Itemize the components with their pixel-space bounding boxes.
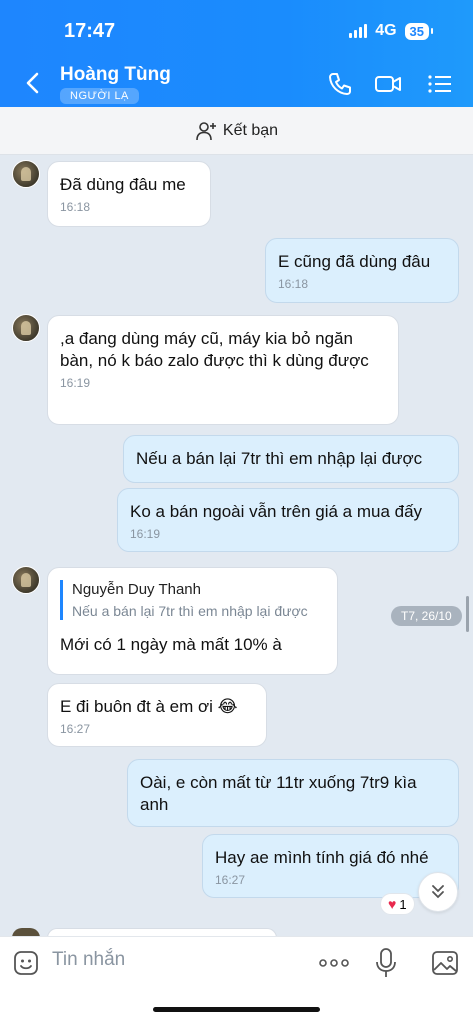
date-pill: T7, 26/10 [391, 606, 462, 626]
message-text: Mới có 1 ngày mà mất 10% à [60, 635, 282, 654]
message-reply[interactable]: Nguyễn Duy Thanh Nếu a bán lại 7tr thì e… [47, 567, 338, 675]
message-incoming[interactable]: Đã dùng đâu me 16:18 [47, 161, 211, 227]
microphone-icon[interactable] [374, 947, 398, 979]
chat-header: 17:47 4G 35 Hoàng Tùng NGƯỜI LẠ [0, 0, 473, 107]
status-indicators: 4G 35 [349, 22, 434, 40]
home-indicator [153, 1007, 320, 1012]
more-icon[interactable] [318, 957, 350, 969]
message-outgoing[interactable]: Nếu a bán lại 7tr thì em nhập lại được [123, 435, 459, 483]
message-input[interactable]: Tin nhắn [52, 949, 125, 971]
phone-icon[interactable] [326, 70, 354, 98]
back-icon[interactable] [18, 68, 48, 98]
heart-icon: ♥ [388, 896, 397, 912]
reaction-count: 1 [399, 896, 407, 912]
add-friend-icon [196, 121, 216, 140]
message-incoming[interactable]: E đi buôn đt à em ơi 😂 16:27 [47, 683, 267, 747]
message-outgoing[interactable]: E cũng đã dùng đâu 16:18 [265, 238, 459, 303]
avatar[interactable] [12, 160, 40, 188]
message-time: 16:27 [60, 722, 91, 736]
image-icon[interactable] [431, 949, 459, 977]
message-time: 16:18 [60, 200, 91, 214]
message-incoming[interactable]: ,a đang dùng máy cũ, máy kia bỏ ngăn bàn… [47, 315, 399, 425]
message-time: 16:19 [130, 527, 161, 541]
double-chevron-down-icon [432, 885, 444, 899]
battery-icon: 35 [404, 22, 434, 40]
video-call-icon[interactable] [374, 70, 402, 98]
message-time: 16:19 [60, 376, 91, 390]
menu-icon[interactable] [426, 70, 454, 98]
message-text: Đã dùng đâu me [60, 175, 186, 194]
message-time: 16:27 [215, 873, 246, 887]
message-text: Nếu a bán lại 7tr thì em nhập lại được [136, 449, 423, 468]
message-outgoing[interactable]: Oài, e còn mất từ 11tr xuống 7tr9 kìa an… [127, 759, 459, 827]
add-friend-label: Kết bạn [222, 121, 279, 139]
scrollbar[interactable] [466, 596, 469, 632]
signal-icon [349, 24, 368, 38]
message-text: Oài, e còn mất từ 11tr xuống 7tr9 kìa an… [140, 773, 417, 814]
scroll-to-bottom-button[interactable] [418, 872, 458, 912]
contact-name[interactable]: Hoàng Tùng [60, 64, 171, 86]
message-text: E cũng đã dùng đâu [278, 252, 431, 271]
message-outgoing[interactable]: Ko a bán ngoài vẫn trên giá a mua đấy 16… [117, 488, 459, 552]
add-friend-button[interactable]: Kết bạn [0, 107, 473, 155]
network-type: 4G [375, 22, 397, 39]
stranger-badge: NGƯỜI LẠ [60, 88, 139, 104]
message-text: ,a đang dùng máy cũ, máy kia bỏ ngăn bàn… [60, 329, 369, 370]
reaction-badge[interactable]: ♥ 1 [380, 893, 415, 915]
message-text: Hay ae mình tính giá đó nhé [215, 848, 429, 867]
quoted-text: Nếu a bán lại 7tr thì em nhập lại được [72, 603, 308, 619]
quoted-message[interactable]: Nguyễn Duy Thanh Nếu a bán lại 7tr thì e… [60, 580, 325, 620]
status-time: 17:47 [64, 20, 116, 42]
avatar[interactable] [12, 314, 40, 342]
message-text: E đi buôn đt à em ơi 😂 [60, 697, 238, 716]
message-text: Ko a bán ngoài vẫn trên giá a mua đấy [130, 502, 423, 521]
quoted-author: Nguyễn Duy Thanh [72, 581, 201, 598]
sticker-icon[interactable] [12, 949, 40, 977]
message-time: 16:18 [278, 277, 309, 291]
avatar[interactable] [12, 566, 40, 594]
